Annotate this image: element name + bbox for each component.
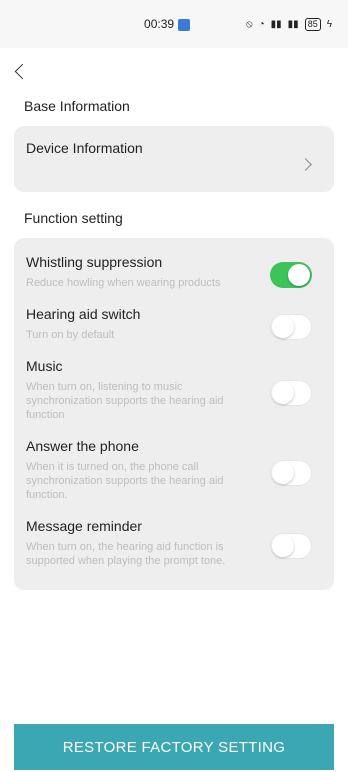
signal-icon: ▮▮ (270, 18, 282, 30)
status-bar: 00:39 ⦸ ◔ ▮▮ ▮▮ 85 ϟ (0, 0, 348, 48)
setting-row-answer-phone: Answer the phone When it is turned on, t… (26, 430, 322, 510)
setting-title: Answer the phone (26, 438, 139, 454)
setting-row-music: Music When turn on, listening to music s… (26, 350, 322, 430)
hearing-aid-toggle[interactable] (270, 314, 312, 340)
setting-title: Message reminder (26, 518, 142, 534)
status-time: 00:39 (144, 17, 175, 31)
setting-title: Hearing aid switch (26, 306, 141, 322)
device-information-label: Device Information (26, 140, 143, 156)
setting-row-whistling: Whistling suppression Reduce howling whe… (26, 246, 322, 298)
music-toggle[interactable] (270, 380, 312, 406)
battery-icon: 85 (304, 17, 321, 31)
restore-factory-button[interactable]: RESTORE FACTORY SETTING (14, 724, 334, 770)
signal-icon-2: ▮▮ (287, 18, 299, 30)
setting-desc: When turn on, listening to music synchro… (26, 381, 224, 421)
chevron-right-icon (299, 158, 312, 171)
function-settings-card: Whistling suppression Reduce howling whe… (14, 238, 334, 590)
setting-desc: When turn on, the hearing aid function i… (26, 541, 226, 567)
setting-desc: When it is turned on, the phone call syn… (26, 461, 224, 501)
setting-row-hearing-aid: Hearing aid switch Turn on by default (26, 298, 322, 350)
back-icon[interactable] (12, 62, 32, 82)
nav-bar (0, 48, 348, 96)
section-title-base: Base Information (24, 98, 130, 114)
setting-desc: Reduce howling when wearing products (26, 277, 221, 289)
section-title-function: Function setting (24, 210, 123, 226)
charging-icon: ϟ (326, 18, 332, 30)
setting-title: Whistling suppression (26, 254, 163, 270)
status-icons: ⦸ ◔ ▮▮ ▮▮ 85 ϟ (246, 17, 332, 31)
setting-row-message-reminder: Message reminder When turn on, the heari… (26, 510, 322, 576)
setting-title: Music (26, 358, 63, 374)
notification-icon (178, 19, 191, 31)
mute-icon: ⦸ (246, 18, 253, 30)
wifi-icon: ◔ (258, 18, 265, 30)
device-information-item[interactable]: Device Information (14, 126, 334, 192)
answer-phone-toggle[interactable] (270, 460, 312, 486)
message-reminder-toggle[interactable] (270, 533, 312, 559)
whistling-toggle[interactable] (270, 262, 312, 288)
setting-desc: Turn on by default (26, 329, 115, 341)
